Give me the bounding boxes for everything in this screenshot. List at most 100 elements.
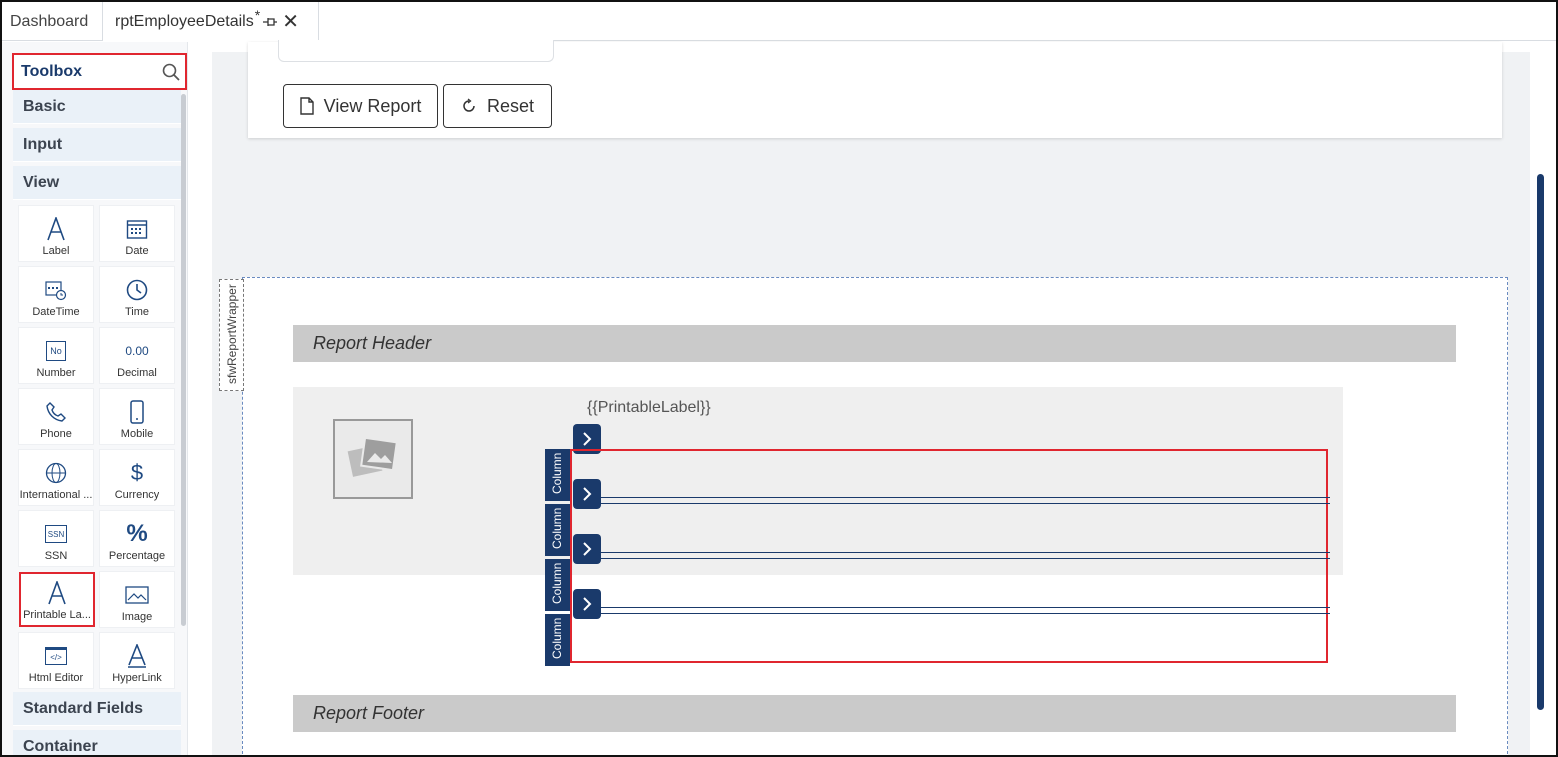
search-icon[interactable] bbox=[162, 63, 180, 81]
tool-number[interactable]: No Number bbox=[18, 327, 94, 384]
tool-date[interactable]: Date bbox=[99, 205, 175, 262]
pin-icon[interactable] bbox=[262, 15, 278, 29]
tool-image[interactable]: Image bbox=[99, 571, 175, 628]
printable-label-placeholder[interactable]: {{PrintableLabel}} bbox=[587, 399, 711, 417]
code-window-icon: </> bbox=[43, 643, 69, 669]
tool-percentage[interactable]: % Percentage bbox=[99, 510, 175, 567]
tool-html-editor[interactable]: </> Html Editor bbox=[18, 632, 94, 689]
tool-mobile[interactable]: Mobile bbox=[99, 388, 175, 445]
clock-icon bbox=[124, 277, 150, 303]
column-tab[interactable]: Column bbox=[545, 559, 570, 611]
section-standard-fields[interactable]: Standard Fields bbox=[13, 692, 181, 726]
percent-icon: % bbox=[124, 520, 150, 547]
filter-input[interactable] bbox=[278, 40, 554, 62]
modified-marker: * bbox=[254, 6, 261, 23]
section-standard-fields-label: Standard Fields bbox=[23, 699, 144, 717]
tool-date-text: Date bbox=[125, 245, 149, 257]
column-tab[interactable]: Column bbox=[545, 614, 570, 666]
column-divider bbox=[600, 552, 1330, 553]
ssn-box-icon: SSN bbox=[43, 521, 69, 547]
column-tab-label: Column bbox=[550, 562, 564, 604]
column-divider bbox=[600, 607, 1330, 608]
column-divider bbox=[600, 497, 1330, 498]
close-icon[interactable]: ✕ bbox=[282, 12, 299, 32]
tool-international[interactable]: International ... bbox=[18, 449, 94, 506]
report-header-label: Report Header bbox=[313, 333, 432, 353]
section-container[interactable]: Container bbox=[13, 730, 181, 755]
tool-datetime-text: DateTime bbox=[32, 306, 80, 318]
document-icon bbox=[299, 97, 314, 115]
label-a-icon bbox=[44, 580, 70, 606]
calendar-clock-icon bbox=[43, 277, 69, 303]
calendar-icon bbox=[124, 216, 150, 242]
refresh-icon bbox=[463, 98, 475, 112]
view-report-label: View Report bbox=[323, 95, 422, 116]
column-tab[interactable]: Column bbox=[545, 504, 570, 556]
column-divider bbox=[600, 613, 1330, 614]
image-placeholder[interactable] bbox=[333, 419, 413, 499]
label-a-icon bbox=[43, 216, 69, 242]
column-tab[interactable]: Column bbox=[545, 449, 570, 501]
canvas-scrollbar[interactable] bbox=[1537, 174, 1544, 710]
tool-time[interactable]: Time bbox=[99, 266, 175, 323]
tool-printable-label-text: Printable La... bbox=[23, 609, 91, 621]
section-basic[interactable]: Basic bbox=[13, 90, 181, 124]
tab-rpt-employee-details[interactable]: rptEmployeeDetails * ✕ bbox=[103, 2, 319, 41]
tool-decimal-text: Decimal bbox=[117, 367, 157, 379]
column-tab-label: Column bbox=[550, 617, 564, 659]
section-view-label: View bbox=[23, 173, 60, 191]
report-wrapper-tag[interactable]: sfwReportWrapper bbox=[219, 279, 244, 391]
tool-ssn-text: SSN bbox=[44, 550, 68, 562]
tool-percentage-text: Percentage bbox=[108, 550, 166, 562]
chevron-right-icon bbox=[583, 432, 592, 446]
tool-hyperlink-text: HyperLink bbox=[112, 672, 162, 684]
column-tab-label: Column bbox=[550, 452, 564, 494]
tool-image-text: Image bbox=[121, 611, 153, 623]
section-basic-label: Basic bbox=[23, 97, 66, 115]
tool-phone[interactable]: Phone bbox=[18, 388, 94, 445]
tool-label-text: Label bbox=[42, 245, 70, 257]
dollar-icon: $ bbox=[124, 460, 150, 486]
view-report-button[interactable]: View Report bbox=[283, 84, 438, 128]
tool-hyperlink[interactable]: HyperLink bbox=[99, 632, 175, 689]
tab-bar: Dashboard rptEmployeeDetails * ✕ bbox=[2, 2, 1556, 41]
tool-international-text: International ... bbox=[19, 489, 93, 501]
tool-currency-text: Currency bbox=[114, 489, 160, 501]
toolbox-header[interactable]: Toolbox bbox=[12, 53, 187, 90]
phone-icon bbox=[43, 399, 69, 425]
reset-button[interactable]: Reset bbox=[443, 84, 552, 128]
html-glyph: </> bbox=[45, 647, 67, 665]
report-header-band[interactable]: Report Header bbox=[293, 325, 1456, 362]
report-footer-label: Report Footer bbox=[313, 703, 425, 723]
section-container-label: Container bbox=[23, 737, 98, 755]
tool-html-editor-text: Html Editor bbox=[28, 672, 84, 684]
tool-number-text: Number bbox=[36, 367, 76, 379]
column-divider bbox=[600, 558, 1330, 559]
toolbox-title: Toolbox bbox=[21, 62, 83, 80]
report-footer-band[interactable]: Report Footer bbox=[293, 695, 1456, 732]
currency-glyph: $ bbox=[130, 460, 144, 485]
number-glyph: No bbox=[46, 341, 66, 361]
toolbox-panel: Toolbox Basic Input View Label Date Date… bbox=[2, 42, 188, 755]
columns-container[interactable] bbox=[570, 449, 1328, 663]
tool-printable-label[interactable]: Printable La... bbox=[19, 572, 95, 627]
reset-label: Reset bbox=[486, 95, 535, 116]
ssn-glyph: SSN bbox=[45, 525, 67, 543]
image-icon bbox=[124, 582, 150, 608]
section-input[interactable]: Input bbox=[13, 128, 181, 162]
tab-active-label: rptEmployeeDetails bbox=[115, 12, 254, 30]
tool-datetime[interactable]: DateTime bbox=[18, 266, 94, 323]
tool-ssn[interactable]: SSN SSN bbox=[18, 510, 94, 567]
percent-glyph: % bbox=[126, 520, 148, 547]
decimal-icon: 0.00 bbox=[124, 338, 150, 364]
hyperlink-a-icon bbox=[124, 643, 150, 669]
decimal-glyph: 0.00 bbox=[125, 344, 149, 358]
toolbox-scrollbar[interactable] bbox=[181, 94, 186, 626]
tab-dashboard-label: Dashboard bbox=[10, 12, 89, 30]
tool-decimal[interactable]: 0.00 Decimal bbox=[99, 327, 175, 384]
tool-label[interactable]: Label bbox=[18, 205, 94, 262]
tool-time-text: Time bbox=[124, 306, 150, 318]
tool-currency[interactable]: $ Currency bbox=[99, 449, 175, 506]
tab-dashboard[interactable]: Dashboard bbox=[2, 2, 103, 41]
section-view[interactable]: View bbox=[13, 166, 181, 200]
